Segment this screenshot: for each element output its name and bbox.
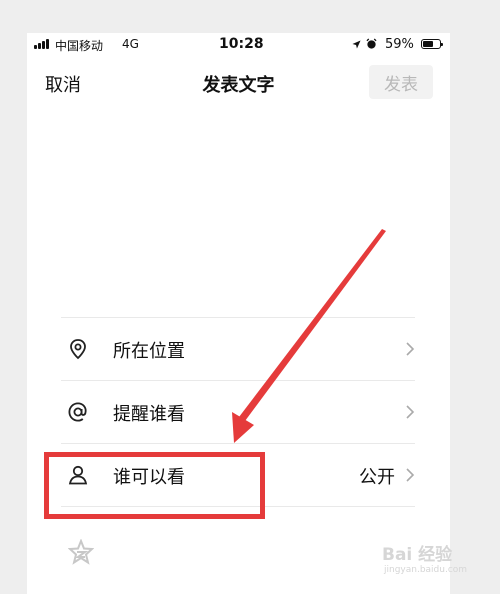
star-badge-icon[interactable] — [68, 539, 94, 565]
chevron-right-icon — [406, 468, 415, 482]
publish-button[interactable]: 发表 — [369, 65, 433, 99]
location-pin-icon — [70, 339, 86, 360]
network-label: 4G — [122, 37, 139, 51]
option-label: 提醒谁看 — [113, 404, 185, 425]
watermark-brand: Bai 经验 — [382, 545, 453, 565]
signal-icon — [34, 39, 50, 49]
carrier-label: 中国移动 — [55, 39, 104, 53]
option-remind[interactable]: 提醒谁看 — [61, 381, 415, 443]
chevron-right-icon — [406, 342, 415, 356]
battery-icon — [421, 39, 443, 49]
annotation-highlight-box — [44, 452, 265, 519]
option-label: 所在位置 — [113, 341, 185, 362]
option-location[interactable]: 所在位置 — [61, 318, 415, 380]
alarm-icon — [366, 38, 377, 49]
watermark: Bai 经验 jingyan.baidu.com — [382, 540, 492, 582]
battery-percent: 59% — [385, 37, 414, 52]
chevron-right-icon — [406, 405, 415, 419]
option-value: 公开 — [359, 467, 395, 488]
at-sign-icon — [68, 402, 87, 422]
watermark-url: jingyan.baidu.com — [384, 565, 468, 575]
status-bar: 中国移动 4G 10:28 59% — [27, 33, 450, 57]
location-arrow-icon — [352, 40, 361, 49]
clock: 10:28 — [219, 36, 264, 52]
